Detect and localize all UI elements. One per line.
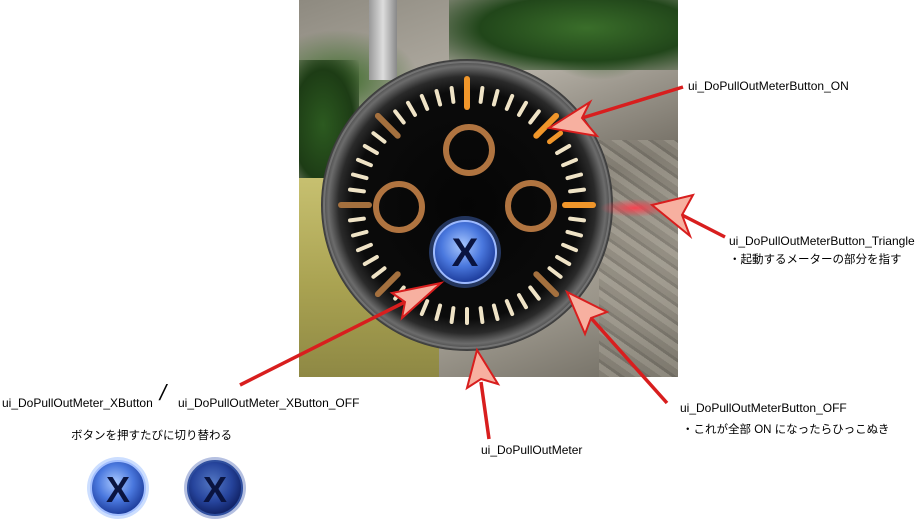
- arrow-line-meter: [479, 381, 491, 440]
- note-triangle: ・起動するメーターの部分を指す: [729, 254, 902, 266]
- label-button-off: ui_DoPullOutMeterButton_OFF: [680, 401, 847, 415]
- meter-tick: [478, 86, 485, 104]
- meter-tick: [348, 187, 366, 194]
- label-meter: ui_DoPullOutMeter: [481, 443, 583, 457]
- arrow-line-off: [589, 316, 669, 405]
- meter-tick: [449, 306, 456, 324]
- meter-tick: [348, 216, 366, 223]
- meter-tick: [478, 306, 485, 324]
- label-xbutton: ui_DoPullOutMeter_XButton: [2, 396, 153, 410]
- note-xbutton: ボタンを押すたびに切り替わる: [71, 430, 232, 442]
- label-button-on: ui_DoPullOutMeterButton_ON: [688, 79, 849, 93]
- label-button-triangle: ui_DoPullOutMeterButton_Triangle: [729, 234, 915, 248]
- arrow-line-on: [581, 85, 684, 120]
- meter-tick: [449, 86, 456, 104]
- xbutton-off-sample: X: [184, 457, 246, 519]
- label-xbutton-off: ui_DoPullOutMeter_XButton_OFF: [178, 396, 360, 410]
- meter-x-glyph: X: [452, 231, 479, 275]
- arrow-line-xbutton: [239, 300, 406, 387]
- xbutton-off-glyph: X: [203, 469, 227, 510]
- meter-tick: [568, 216, 586, 223]
- note-button-off: ・これが全部 ON になったらひっこぬき: [682, 424, 890, 436]
- pull-out-meter: X: [321, 59, 670, 351]
- meter-x-button[interactable]: X: [429, 216, 501, 288]
- arrow-head-triangle: [649, 193, 695, 240]
- xbutton-on-glyph: X: [106, 469, 130, 510]
- meter-tick: [568, 187, 586, 194]
- xbutton-on-sample: X: [87, 457, 149, 519]
